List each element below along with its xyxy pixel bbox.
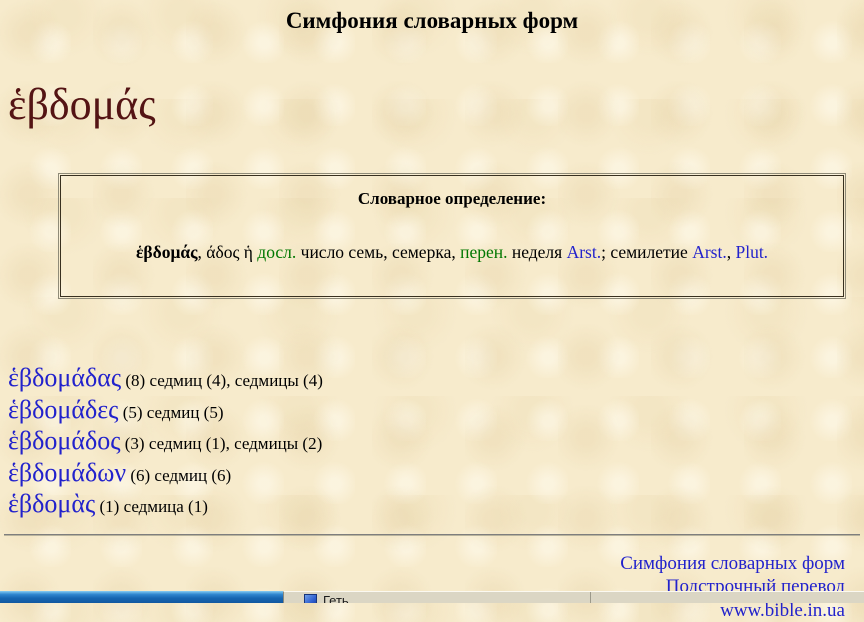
- footer-link-symphony[interactable]: Симфония словарных форм: [620, 552, 845, 576]
- word-form-row: ἑβδομάδας (8) седмиц (4), седмицы (4): [8, 364, 864, 396]
- footer-links: Симфония словарных форм Подстрочный пере…: [0, 552, 864, 622]
- word-form-link[interactable]: ἑβδομάδος: [8, 426, 121, 455]
- taskbar-item-icon: [304, 594, 317, 603]
- footer-divider: [4, 534, 860, 536]
- definition-box-heading: Словарное определение:: [67, 189, 837, 209]
- word-form-link[interactable]: ἑβδομάδων: [8, 458, 126, 487]
- definition-box-inner: Словарное определение: ἑβδομάς, άδος ἡ д…: [60, 175, 844, 297]
- definition-figurative-label: перен.: [460, 242, 507, 262]
- word-form-row: ἑβδομάδος (3) седмиц (1), седмицы (2): [8, 427, 864, 459]
- definition-lemma: ἑβδομάς: [136, 242, 198, 262]
- word-form-row: ἑβδομάδων (6) седмиц (6): [8, 459, 864, 491]
- word-form-occurrences: (1) седмица (1): [95, 497, 208, 516]
- definition-figurative-text: неделя: [507, 242, 566, 262]
- taskbar-item-label[interactable]: Геть: [323, 593, 349, 603]
- page-title: Симфония словарных форм: [0, 0, 864, 34]
- entry-headword: ἑβδομάς: [8, 83, 864, 127]
- definition-box: Словарное определение: ἑβδομάς, άδος ἡ д…: [58, 173, 846, 299]
- word-form-occurrences: (8) седмиц (4), седмицы (4): [121, 371, 323, 390]
- word-form-row: ἑβδομάδες (5) седмиц (5): [8, 396, 864, 428]
- word-form-link[interactable]: ἑβδομάδες: [8, 395, 118, 424]
- taskbar-divider: [590, 592, 591, 603]
- author-ref-link[interactable]: Arst.: [692, 242, 727, 262]
- definition-morphology: , άδος ἡ: [198, 242, 258, 262]
- author-ref-link[interactable]: Arst.: [567, 242, 602, 262]
- taskbar-tray-area: Геть: [283, 591, 864, 603]
- definition-literal-text: число семь, семерка,: [296, 242, 460, 262]
- author-ref-link[interactable]: Plut.: [735, 242, 768, 262]
- definition-between-refs: ; семилетие: [601, 242, 692, 262]
- taskbar: Геть: [0, 591, 864, 603]
- word-forms-list: ἑβδομάδας (8) седмиц (4), седмицы (4) ἑβ…: [8, 364, 864, 522]
- word-form-row: ἑβδομὰς (1) седмица (1): [8, 490, 864, 522]
- word-form-occurrences: (6) седмиц (6): [126, 466, 231, 485]
- definition-literal-label: досл.: [257, 242, 296, 262]
- word-form-occurrences: (5) седмиц (5): [118, 403, 223, 422]
- word-form-link[interactable]: ἑβδομάδας: [8, 363, 121, 392]
- word-form-link[interactable]: ἑβδομὰς: [8, 489, 95, 518]
- taskbar-active-window-button[interactable]: [0, 591, 283, 603]
- word-form-occurrences: (3) седмиц (1), седмицы (2): [121, 434, 323, 453]
- definition-line: ἑβδομάς, άδος ἡ досл. число семь, семерк…: [67, 242, 837, 263]
